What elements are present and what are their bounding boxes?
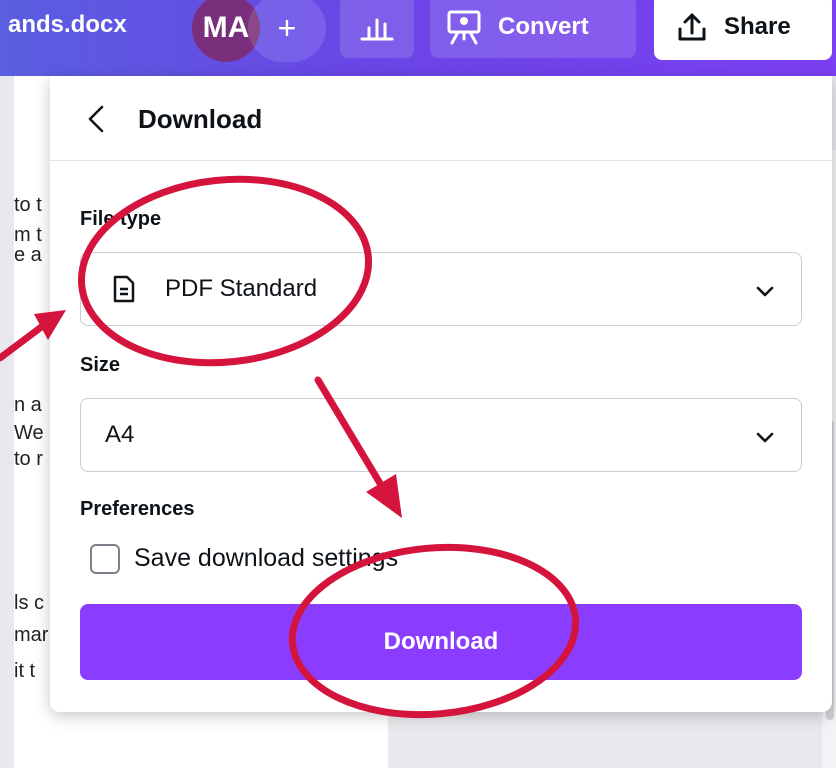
page-text-fragment: We [14,422,44,444]
page-text-fragment: to r [14,448,43,470]
chevron-down-icon [756,432,774,443]
size-select[interactable]: A4 [80,398,802,472]
presentation-icon [447,10,481,45]
file-type-select[interactable]: PDF Standard [80,252,802,326]
panel-title: Download [138,104,263,134]
editor-topbar: ands.docx MA + Convert Share [0,0,836,76]
page-text-fragment: to t [14,194,42,216]
upload-icon [678,13,706,41]
document-title[interactable]: ands.docx [8,10,127,40]
size-value: A4 [105,421,135,448]
save-settings-label[interactable]: Save download settings [134,544,398,573]
page-text-fragment: ls c [14,592,44,614]
page-text-fragment: n a [14,394,42,416]
plus-icon: + [277,9,297,46]
download-panel: Download File type PDF Standard Size A4 … [50,76,832,712]
share-label: Share [724,13,791,40]
preferences-label: Preferences [80,498,195,520]
convert-button[interactable]: Convert [430,0,636,58]
back-button[interactable] [80,102,112,136]
file-type-value: PDF Standard [165,275,318,302]
document-icon [113,275,135,303]
page-text-fragment: mar [14,624,49,646]
file-type-label: File type [80,208,162,230]
panel-header: Download [50,76,832,161]
download-button[interactable]: Download [80,604,802,680]
chevron-down-icon [756,286,774,297]
add-collaborator-button[interactable]: + [248,0,326,62]
share-button[interactable]: Share [654,0,832,60]
chevron-left-icon [88,105,104,133]
page-text-fragment: e a [14,244,42,266]
bar-chart-icon [360,18,394,41]
page-text-fragment: it t [14,660,36,682]
insights-button[interactable] [340,0,414,58]
convert-label: Convert [498,13,589,40]
avatar-initials: MA [202,11,250,44]
save-settings-checkbox[interactable] [90,544,120,574]
size-label: Size [80,354,121,376]
